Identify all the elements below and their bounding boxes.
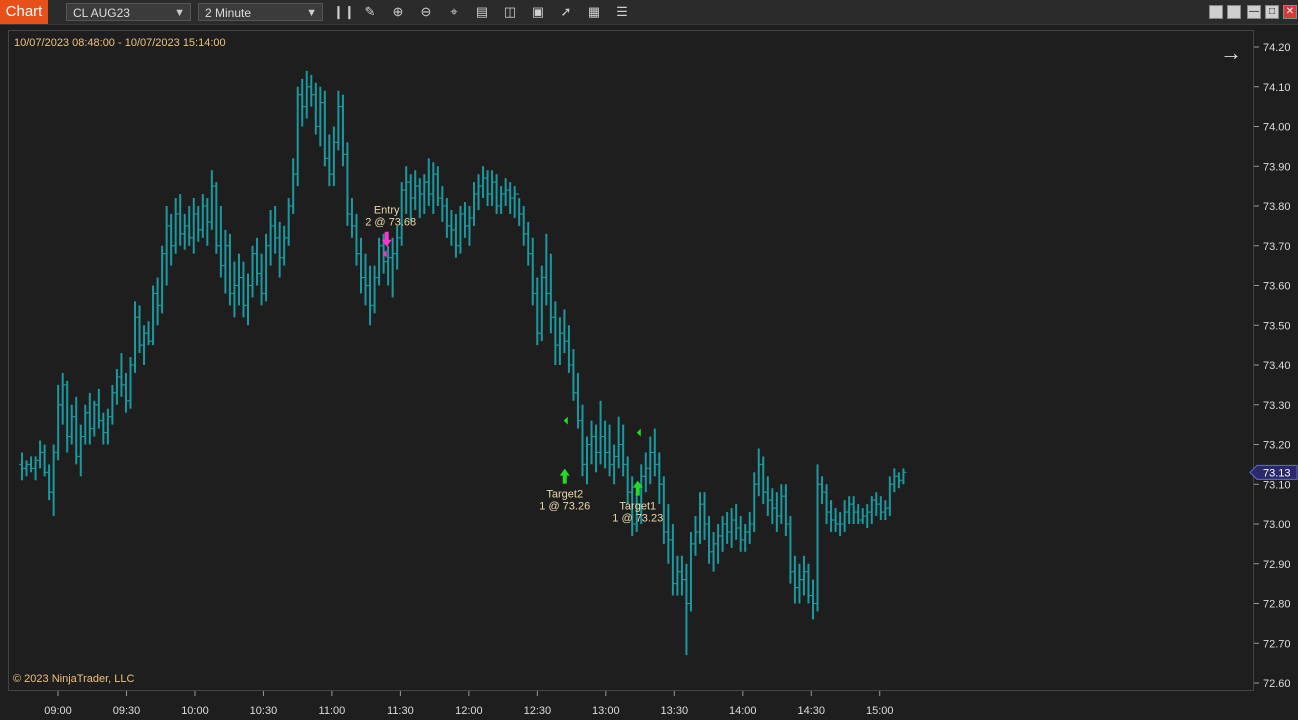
y-tick-label: 73.30	[1263, 400, 1291, 412]
x-tick-label: 11:00	[319, 705, 346, 717]
x-tick-label: 09:30	[113, 705, 141, 717]
x-tick-label: 12:30	[524, 705, 552, 717]
execution-marker	[636, 428, 641, 437]
last-price-label: 73.13	[1263, 467, 1291, 479]
y-tick-label: 74.20	[1263, 42, 1291, 54]
y-tick-label: 73.00	[1263, 519, 1291, 531]
trade-label-name: Target2	[546, 489, 583, 501]
x-tick-label: 12:00	[455, 705, 483, 717]
y-tick-label: 73.60	[1263, 281, 1291, 293]
x-tick-label: 11:30	[387, 705, 414, 717]
x-tick-label: 09:00	[44, 705, 72, 717]
y-tick-label: 73.70	[1263, 241, 1291, 253]
x-tick-label: 10:00	[181, 705, 209, 717]
x-tick-label: 13:00	[592, 705, 620, 717]
trade-label-detail: 1 @ 73.23	[612, 513, 663, 525]
y-tick-label: 72.90	[1263, 559, 1291, 571]
trade-label-detail: 2 @ 73.68	[365, 217, 416, 229]
y-tick-label: 73.40	[1263, 360, 1291, 372]
y-tick-label: 73.10	[1263, 479, 1291, 491]
x-tick-label: 13:30	[661, 705, 689, 717]
execution-marker	[563, 416, 568, 425]
y-tick-label: 74.10	[1263, 82, 1291, 94]
y-tick-label: 72.70	[1263, 638, 1291, 650]
y-tick-label: 72.60	[1263, 678, 1291, 690]
y-tick-label: 72.80	[1263, 599, 1291, 611]
trade-label-detail: 1 @ 73.26	[539, 501, 590, 513]
y-tick-label: 73.90	[1263, 161, 1291, 173]
y-tick-label: 73.20	[1263, 440, 1291, 452]
x-tick-label: 14:30	[797, 705, 825, 717]
x-tick-label: 10:30	[250, 705, 278, 717]
price-chart-svg: 74.20 74.10 74.00 73.90 73.80 73.70 73.60 73.50…	[19, 42, 1298, 717]
x-tick-label: 15:00	[866, 705, 894, 717]
y-tick-label: 73.80	[1263, 201, 1291, 213]
x-tick-label: 14:00	[729, 705, 757, 717]
buy-arrow-icon	[559, 468, 570, 484]
trade-label-name: Entry	[374, 205, 400, 217]
y-tick-label: 73.50	[1263, 320, 1291, 332]
y-tick-label: 74.00	[1263, 122, 1291, 134]
trade-label-name: Target1	[619, 501, 656, 513]
